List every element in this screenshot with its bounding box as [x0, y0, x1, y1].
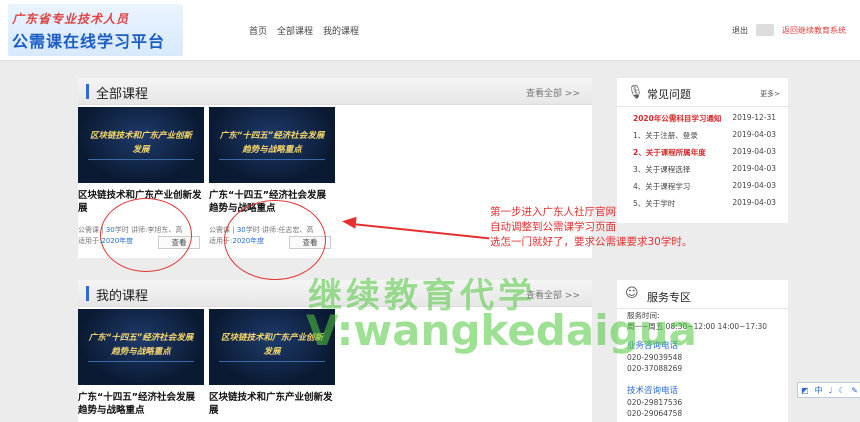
course-card[interactable]: 广东“十四五”经济社会发展趋势与战略重点 广东“十四五”经济社会发展趋势与战略重… — [78, 309, 204, 419]
logout-link[interactable]: 退出 — [732, 25, 748, 36]
nav-home[interactable]: 首页 — [249, 24, 267, 37]
annotation-line-3: 选怎一门就好了，要求公需课要求30学时。 — [490, 236, 693, 248]
avatar[interactable] — [756, 24, 774, 36]
course-thumbnail[interactable]: 广东“十四五”经济社会发展趋势与战略重点 — [209, 107, 335, 183]
annotation-circle — [100, 198, 192, 272]
faq-item-date: 2019-12-31 — [732, 113, 776, 122]
view-all-link[interactable]: 查看全部 >> — [526, 86, 580, 99]
business-phone-label: 业务咨询电话 — [627, 341, 679, 351]
annotation-arrow-head — [341, 215, 357, 229]
faq-item-label[interactable]: 2、关于课程所属年度 — [633, 147, 706, 159]
night-mode-icon[interactable]: ☾ — [838, 386, 845, 395]
course-type: 公需课 — [78, 226, 99, 234]
faq-item-label[interactable]: 4、关于课程学习 — [633, 181, 690, 193]
site-logo[interactable]: 广东省专业技术人员 公需课在线学习平台 — [8, 4, 183, 56]
course-title[interactable]: 广东“十四五”经济社会发展趋势与战略重点 — [78, 391, 204, 419]
service-panel: ☺ 服务专区 服务时间: 周一~周五 08:30~12:00 14:00~17:… — [617, 280, 788, 422]
side-toolbar: ◩ 中 ♩ ☾ ✎ — [797, 382, 860, 398]
edit-icon[interactable]: ✎ — [851, 386, 858, 395]
faq-item[interactable]: 4、关于课程学习 2019-04-03 — [633, 181, 776, 193]
service-header: ☺ 服务专区 — [617, 280, 788, 309]
faq-item-date: 2019-04-03 — [732, 181, 776, 190]
expand-icon[interactable]: ◩ — [801, 386, 809, 395]
nav-my-courses[interactable]: 我的课程 — [323, 24, 359, 37]
thumbnail-divider — [88, 159, 194, 160]
faq-more-link[interactable]: 更多> — [760, 89, 780, 99]
faq-item-date: 2019-04-03 — [732, 198, 776, 207]
annotation-line-1: 第一步进入广东人社厅官网 — [490, 206, 616, 218]
service-hours-value: 周一~周五 08:30~12:00 14:00~17:30 — [627, 322, 768, 331]
faq-item[interactable]: 3、关于课程选择 2019-04-03 — [633, 164, 776, 176]
course-thumbnail[interactable]: 区块链技术和广东产业创新发展 — [209, 309, 335, 385]
panel-accent-bar — [86, 286, 89, 301]
thumbnail-title: 区块链技术和广东产业创新发展 — [220, 333, 323, 357]
faq-title: 常见问题 — [647, 88, 691, 101]
top-bar: 广东省专业技术人员 公需课在线学习平台 首页 全部课程 我的课程 退出 返回继续… — [0, 0, 860, 61]
microphone-icon: 🎙 — [627, 85, 644, 100]
faq-item-date: 2019-04-03 — [732, 130, 776, 139]
business-phone: 020-29039548 — [627, 353, 683, 362]
course-thumbnail[interactable]: 区块链技术和广东产业创新发展 — [78, 107, 204, 183]
service-hours-label: 服务时间: — [627, 311, 660, 320]
business-phone: 020-37088269 — [627, 364, 683, 373]
tech-phone: 020-29064758 — [627, 409, 683, 418]
faq-item-label[interactable]: 3、关于课程选择 — [633, 164, 690, 176]
thumbnail-divider — [88, 361, 194, 362]
faq-item[interactable]: 2、关于课程所属年度 2019-04-03 — [633, 147, 776, 159]
user-service-icon: ☺ — [625, 286, 639, 301]
course-card[interactable]: 区块链技术和广东产业创新发展 区块链技术和广东产业创新发展 — [209, 309, 335, 419]
faq-item-date: 2019-04-03 — [732, 147, 776, 156]
tech-phone-label: 技术咨询电话 — [627, 386, 679, 396]
annotation-circle — [224, 200, 326, 280]
thumbnail-divider — [219, 159, 325, 160]
annotation-text: 第一步进入广东人社厅官网 自动调整到公需课学习页面 选怎一门就好了，要求公需课要… — [490, 205, 692, 250]
panel-title: 我的课程 — [96, 289, 149, 304]
language-icon[interactable]: 中 — [814, 385, 822, 396]
audio-icon[interactable]: ♩ — [828, 386, 832, 395]
faq-item-label[interactable]: 2020年公需科目学习通知 — [633, 113, 721, 125]
course-title[interactable]: 区块链技术和广东产业创新发展 — [209, 391, 335, 419]
faq-panel: 🎙 常见问题 更多> 2020年公需科目学习通知 2019-12-31 1、关于… — [617, 78, 788, 223]
course-thumbnail[interactable]: 广东“十四五”经济社会发展趋势与战略重点 — [78, 309, 204, 385]
view-all-link[interactable]: 查看全部 >> — [526, 288, 580, 301]
service-title: 服务专区 — [647, 291, 691, 304]
faq-item-date: 2019-04-03 — [732, 164, 776, 173]
tech-phone: 020-29817536 — [627, 398, 683, 407]
course-year-label: 适用于: — [78, 237, 102, 245]
panel-header: 全部课程 查看全部 >> — [78, 78, 592, 105]
thumbnail-title: 广东“十四五”经济社会发展趋势与战略重点 — [219, 131, 325, 155]
user-area: 退出 返回继续教育系统 — [732, 24, 846, 36]
annotation-line-2: 自动调整到公需课学习页面 — [490, 221, 616, 233]
my-courses-panel: 我的课程 查看全部 >> 广东“十四五”经济社会发展趋势与战略重点 广东“十四五… — [78, 280, 592, 422]
thumbnail-title: 广东“十四五”经济社会发展趋势与战略重点 — [88, 333, 194, 357]
logo-title: 公需课在线学习平台 — [12, 32, 166, 51]
panel-accent-bar — [86, 84, 89, 99]
return-link[interactable]: 返回继续教育系统 — [782, 25, 846, 36]
thumbnail-title: 区块链技术和广东产业创新发展 — [89, 131, 192, 155]
faq-item[interactable]: 2020年公需科目学习通知 2019-12-31 — [633, 113, 776, 125]
panel-header: 我的课程 查看全部 >> — [78, 280, 592, 307]
faq-header: 🎙 常见问题 更多> — [617, 78, 788, 107]
panel-title: 全部课程 — [96, 87, 149, 102]
nav-all-courses[interactable]: 全部课程 — [277, 24, 313, 37]
faq-item-label[interactable]: 1、关于注册、登录 — [633, 130, 698, 142]
logo-subtitle: 广东省专业技术人员 — [12, 12, 130, 26]
main-nav: 首页 全部课程 我的课程 — [249, 24, 359, 37]
faq-item[interactable]: 1、关于注册、登录 2019-04-03 — [633, 130, 776, 142]
thumbnail-divider — [219, 361, 325, 362]
